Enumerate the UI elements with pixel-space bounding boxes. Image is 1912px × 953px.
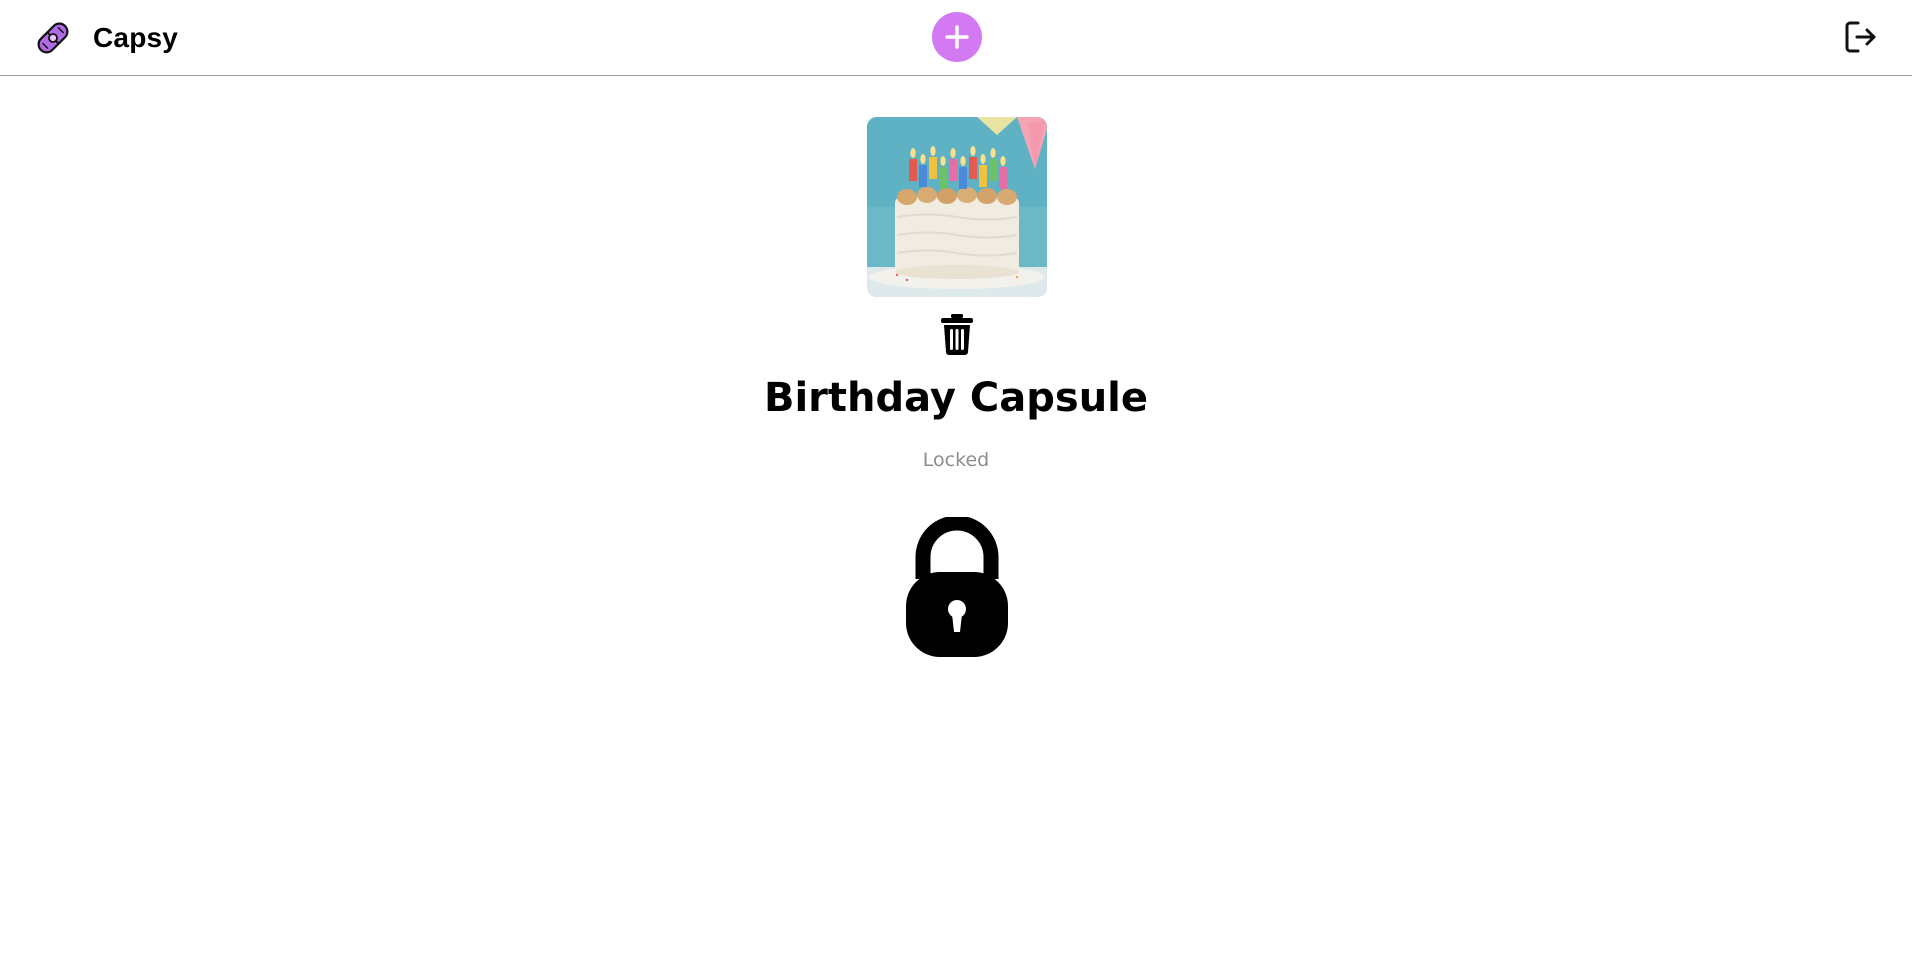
add-capsule-button[interactable] <box>932 12 982 62</box>
top-navigation-bar: Capsy <box>0 0 1912 76</box>
capsule-pill-icon <box>37 22 69 54</box>
capsule-cover-image <box>867 117 1047 297</box>
padlock-icon <box>906 517 1008 657</box>
logout-button[interactable] <box>1843 19 1879 55</box>
trash-icon <box>941 314 973 355</box>
delete-capsule-button[interactable] <box>939 313 975 355</box>
logout-icon <box>1845 21 1876 53</box>
capsule-status: Locked <box>922 449 990 471</box>
plus-icon <box>945 25 969 49</box>
birthday-cake-photo <box>867 117 1047 297</box>
capsule-title: Birthday Capsule <box>763 375 1149 421</box>
brand[interactable]: Capsy <box>33 18 178 58</box>
app-name: Capsy <box>93 22 179 53</box>
